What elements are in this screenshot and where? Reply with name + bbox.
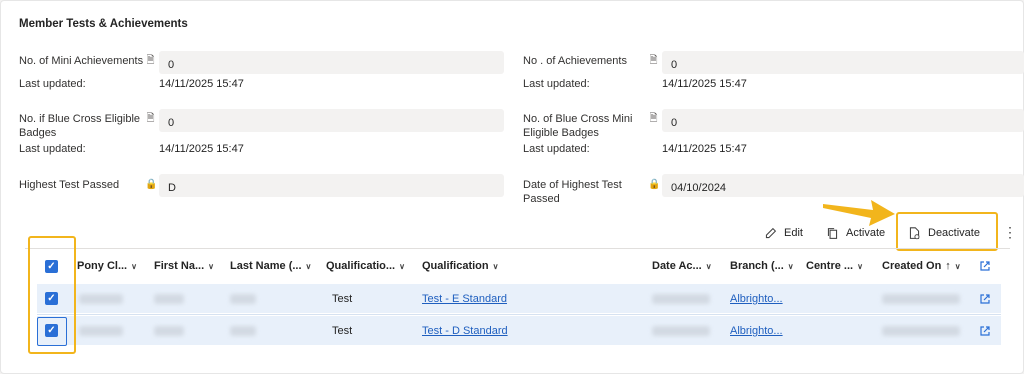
open-external-icon[interactable] [979,260,991,272]
highest-test-field[interactable]: D [159,174,504,197]
last-updated-value: 14/11/2025 15:47 [662,78,747,90]
chevron-down-icon: ∨ [787,261,794,271]
lock-icon: 🗎 [146,113,155,124]
blue-cross-field[interactable]: 0 [159,109,504,132]
blurred-pony-club [79,294,123,304]
highest-test-label: Highest Test Passed [19,179,120,191]
blurred-created-on [882,294,960,304]
column-header-centre[interactable]: Centre ... ∨ [806,260,863,272]
arrow-pointer-icon [823,200,895,226]
chevron-down-icon: ∨ [131,261,137,271]
last-updated-label: Last updated: [523,78,590,90]
mini-achievements-field[interactable]: 0 [159,51,504,74]
sort-ascending-icon: ↑ [945,260,951,272]
more-icon[interactable]: ⋮ [1003,225,1017,239]
column-header-last-name[interactable]: Last Name (... ∨ [230,260,311,272]
branch-link[interactable]: Albrighto... [730,325,783,337]
deactivate-highlight [896,212,998,251]
achievements-label: No . of Achievements [523,55,627,67]
open-external-icon[interactable] [979,293,991,305]
open-external-icon[interactable] [979,325,991,337]
blue-cross-mini-field[interactable]: 0 [662,109,1024,132]
tests-achievements-card: Member Tests & Achievements No. of Mini … [0,0,1024,374]
column-header-qualification[interactable]: Qualification ∨ [422,260,498,272]
blurred-last-name [230,326,256,336]
qualification-link[interactable]: Test - E Standard [422,293,507,305]
blurred-date-achieved [652,294,710,304]
last-updated-value: 14/11/2025 15:47 [662,143,747,155]
grid-top-divider [25,248,1010,249]
chevron-down-icon: ∨ [305,261,312,271]
date-highest-test-label-line1: Date of Highest Test [523,179,622,191]
blue-cross-mini-label-line2: Eligible Badges [523,127,599,139]
blurred-first-name [154,326,184,336]
last-updated-label: Last updated: [523,143,590,155]
lock-icon: 🔒 [648,179,661,190]
column-header-date-achieved[interactable]: Date Ac... ∨ [652,260,712,272]
lock-icon: 🗎 [649,113,658,124]
chevron-down-icon: ∨ [492,261,499,271]
qualification-type-cell: Test [332,293,353,305]
column-header-pony-club[interactable]: Pony Cl... ∨ [77,260,137,272]
column-header-first-name[interactable]: First Na... ∨ [154,260,214,272]
blurred-last-name [230,294,256,304]
blue-cross-mini-label-line1: No. of Blue Cross Mini [523,113,633,125]
column-header-branch[interactable]: Branch (... ∨ [730,260,794,272]
qualification-type-cell: Test [332,325,353,337]
blurred-date-achieved [652,326,710,336]
mini-achievements-label: No. of Mini Achievements [19,55,144,67]
lock-icon: 🗎 [649,55,658,66]
last-updated-label: Last updated: [19,143,86,155]
column-header-created-on[interactable]: Created On ↑ ∨ [882,260,961,272]
date-highest-test-label-line2: Passed [523,193,560,205]
last-updated-value: 14/11/2025 15:47 [159,78,244,90]
chevron-down-icon: ∨ [399,261,405,271]
chevron-down-icon: ∨ [857,261,863,271]
section-title: Member Tests & Achievements [19,18,188,30]
blurred-first-name [154,294,184,304]
edit-button[interactable]: Edit [764,219,803,247]
qualification-link[interactable]: Test - D Standard [422,325,508,337]
pencil-icon [765,227,777,238]
column-header-qualification-type[interactable]: Qualificatio... ∨ [326,260,405,272]
lock-icon: 🔒 [145,179,158,190]
checkbox-column-highlight [28,236,76,354]
chevron-down-icon: ∨ [208,261,214,271]
last-updated-label: Last updated: [19,78,86,90]
edit-label: Edit [784,227,803,239]
blue-cross-label-line2: Badges [19,127,57,139]
blue-cross-label-line1: No. if Blue Cross Eligible [19,113,141,125]
blurred-created-on [882,326,960,336]
row-divider [37,314,1001,315]
achievements-field[interactable]: 0 [662,51,1024,74]
date-highest-test-field[interactable]: 04/10/2024 [662,174,1024,197]
chevron-down-icon: ∨ [954,261,961,271]
branch-link[interactable]: Albrighto... [730,293,783,305]
blurred-pony-club [79,326,123,336]
chevron-down-icon: ∨ [705,261,712,271]
last-updated-value: 14/11/2025 15:47 [159,143,244,155]
lock-icon: 🗎 [146,55,155,66]
